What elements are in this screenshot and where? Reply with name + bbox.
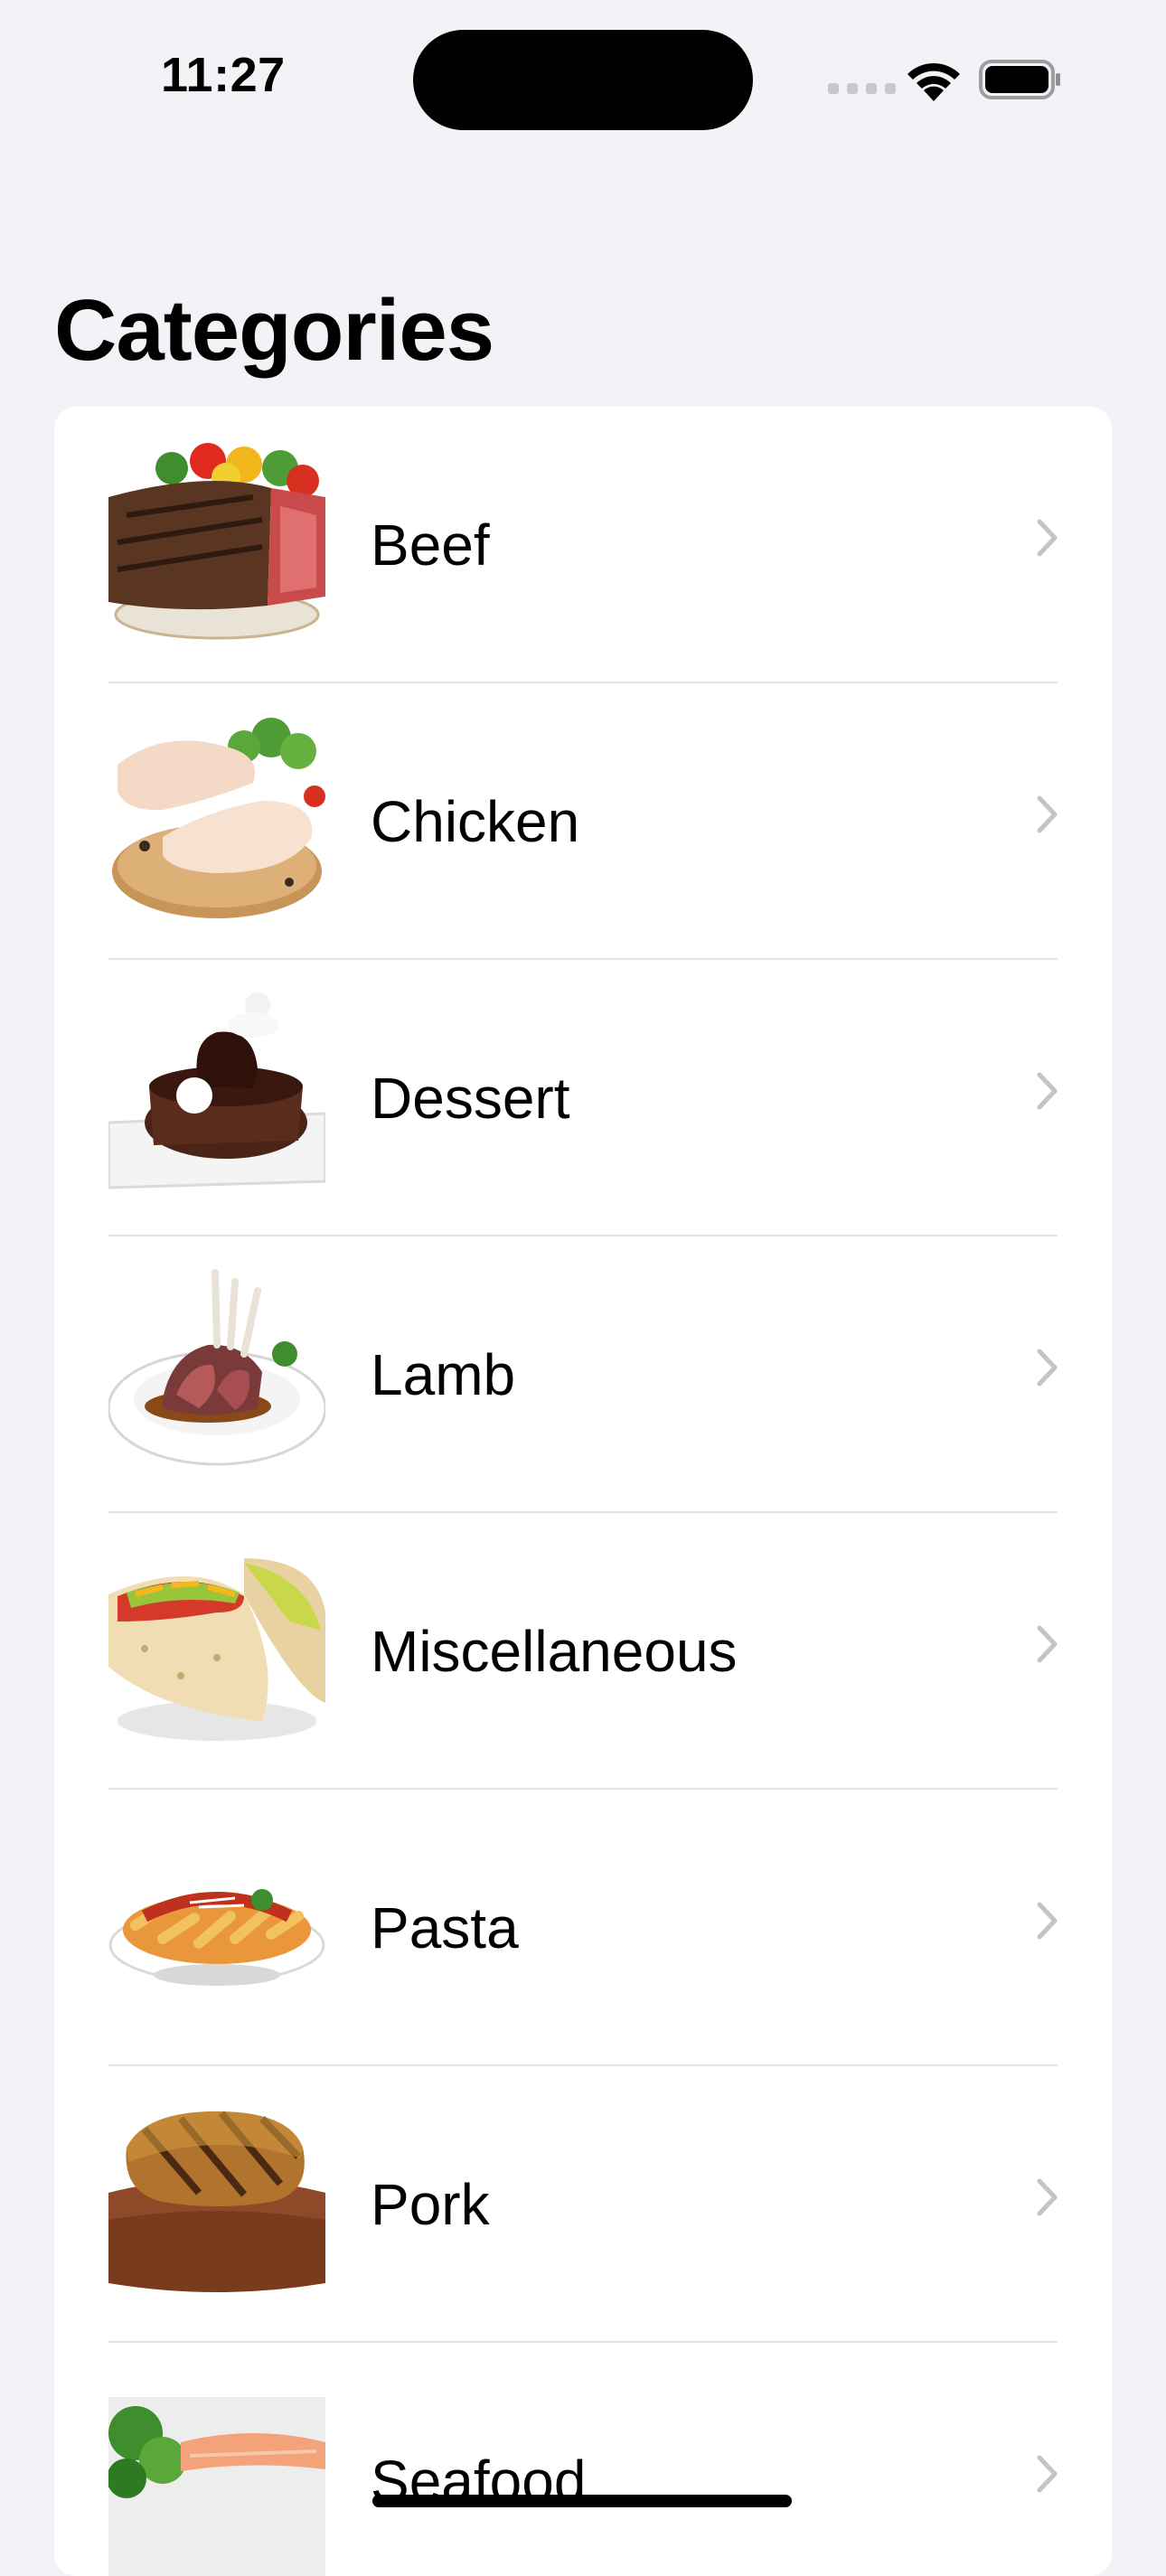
penne-pasta-image xyxy=(108,1817,325,2034)
chevron-right-icon xyxy=(1037,1349,1058,1387)
raw-chicken-image xyxy=(108,710,325,927)
category-label: Miscellaneous xyxy=(371,1619,738,1684)
list-item-chicken[interactable]: Chicken xyxy=(54,683,1112,960)
category-label: Lamb xyxy=(371,1342,516,1407)
grilled-pork-image xyxy=(108,2093,325,2310)
tacos-image xyxy=(108,1540,325,1757)
chevron-right-icon xyxy=(1037,1625,1058,1663)
home-indicator[interactable] xyxy=(372,2495,792,2507)
page-title: Categories xyxy=(54,282,494,379)
chevron-right-icon xyxy=(1037,519,1058,557)
chevron-right-icon xyxy=(1037,795,1058,833)
status-time: 11:27 xyxy=(161,48,286,102)
list-item-dessert[interactable]: Dessert xyxy=(54,960,1112,1236)
beef-steak-image xyxy=(108,434,325,651)
category-label: Pasta xyxy=(371,1895,519,1960)
category-label: Beef xyxy=(371,512,490,578)
wifi-icon xyxy=(907,62,960,101)
category-label: Seafood xyxy=(371,2449,587,2514)
list-item-seafood[interactable]: Seafood xyxy=(54,2343,1112,2576)
list-item-miscellaneous[interactable]: Miscellaneous xyxy=(54,1513,1112,1790)
category-label: Dessert xyxy=(371,1066,570,1131)
cellular-signal-icon xyxy=(828,83,896,94)
list-item-pork[interactable]: Pork xyxy=(54,2066,1112,2343)
chevron-right-icon xyxy=(1037,1902,1058,1940)
chevron-right-icon xyxy=(1037,1072,1058,1110)
dynamic-island xyxy=(413,30,753,130)
lamb-chops-image xyxy=(108,1264,325,1481)
categories-list: Beef Chicken Dessert Lamb Miscellaneous … xyxy=(54,407,1112,2576)
category-label: Pork xyxy=(371,2172,490,2237)
list-item-beef[interactable]: Beef xyxy=(54,407,1112,683)
salmon-plate-image xyxy=(108,2370,325,2576)
battery-icon xyxy=(979,60,1060,99)
list-item-pasta[interactable]: Pasta xyxy=(54,1790,1112,2066)
chevron-right-icon xyxy=(1037,2455,1058,2493)
chocolate-cake-image xyxy=(108,987,325,1204)
chevron-right-icon xyxy=(1037,2178,1058,2216)
list-item-lamb[interactable]: Lamb xyxy=(54,1236,1112,1513)
category-label: Chicken xyxy=(371,789,580,854)
status-bar: 11:27 xyxy=(0,0,1166,154)
